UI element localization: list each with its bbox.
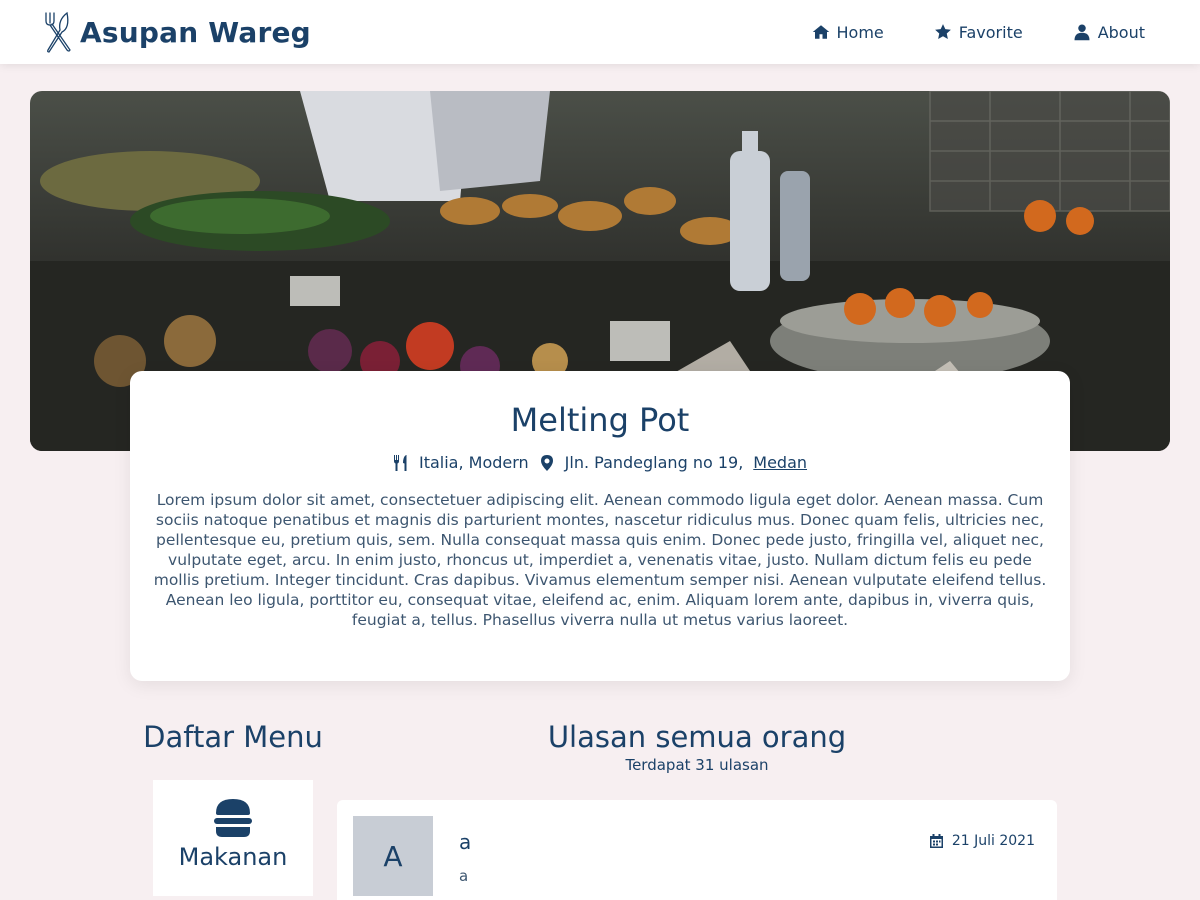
star-icon [934, 24, 951, 39]
fork-knife-icon [45, 11, 71, 53]
restaurant-detail-card: Melting Pot Italia, Modern Jln. Pandegla… [130, 371, 1070, 681]
main-nav: Home Favorite About [762, 0, 1145, 64]
reviewer-name: a [459, 830, 472, 854]
calendar-icon [929, 834, 943, 848]
home-icon [812, 25, 829, 39]
utensils-icon [393, 454, 407, 471]
menu-category-makanan[interactable]: Makanan [153, 780, 313, 896]
reviews-section-title: Ulasan semua orang [547, 720, 847, 754]
review-text: a [459, 867, 469, 885]
burger-icon [214, 799, 252, 837]
map-marker-icon [540, 454, 553, 471]
restaurant-meta: Italia, Modern Jln. Pandeglang no 19, Me… [130, 453, 1070, 472]
restaurant-city-link[interactable]: Medan [753, 453, 807, 472]
nav-about[interactable]: About [1073, 23, 1145, 42]
brand[interactable]: Asupan Wareg [40, 10, 311, 54]
avatar: A [353, 816, 433, 896]
review-date: 21 Juli 2021 [929, 833, 1035, 849]
user-icon [1074, 24, 1090, 41]
restaurant-description: Lorem ipsum dolor sit amet, consectetuer… [153, 491, 1047, 629]
restaurant-categories: Italia, Modern [418, 453, 529, 472]
nav-about-label: About [1097, 22, 1145, 42]
review-date-text: 21 Juli 2021 [951, 833, 1035, 849]
reviews-count: Terdapat 31 ulasan [625, 756, 769, 774]
nav-favorite[interactable]: Favorite [934, 23, 1023, 42]
top-navbar: Asupan Wareg Home Favorite About [0, 0, 1200, 64]
nav-home[interactable]: Home [812, 23, 884, 42]
review-card: A a a 21 Juli 2021 [337, 800, 1057, 900]
brand-name: Asupan Wareg [80, 15, 311, 49]
restaurant-name: Melting Pot [510, 401, 690, 439]
menu-category-label: Makanan [178, 843, 288, 871]
restaurant-address: Jln. Pandeglang no 19, [564, 453, 744, 472]
menu-section-title: Daftar Menu [143, 720, 323, 754]
nav-favorite-label: Favorite [958, 22, 1023, 42]
nav-home-label: Home [836, 22, 884, 42]
